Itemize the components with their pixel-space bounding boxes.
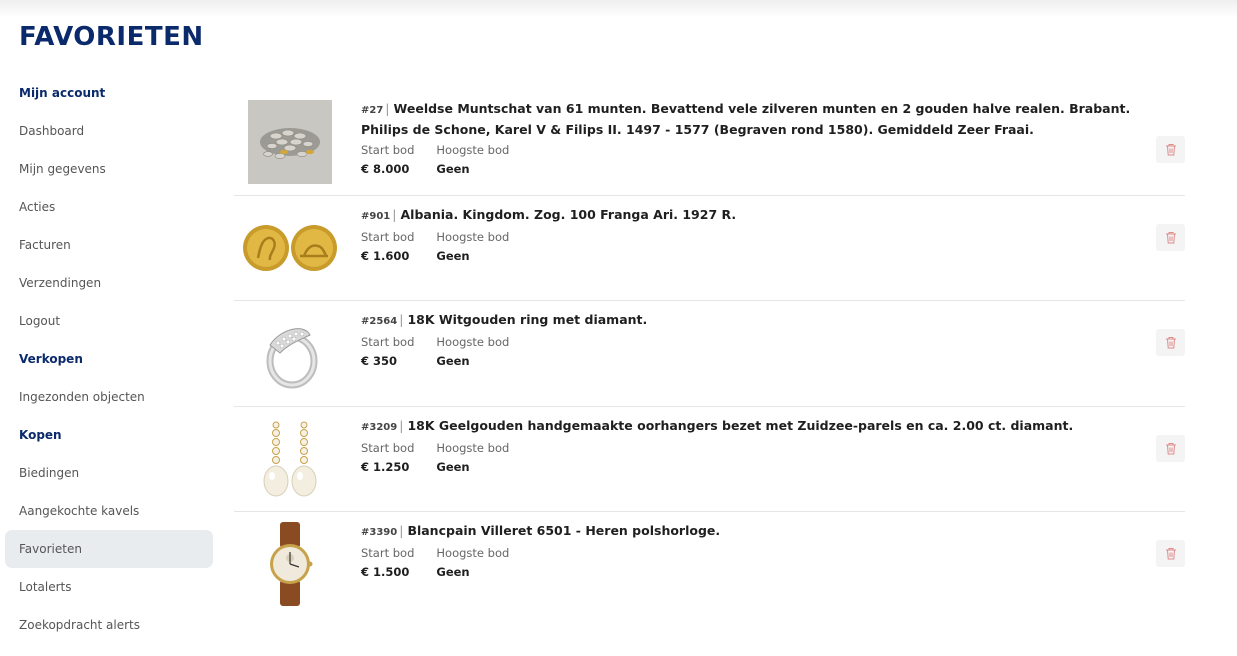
remove-favorite-button[interactable] [1156, 540, 1185, 567]
sidebar-item-favorieten[interactable]: Favorieten [5, 530, 213, 568]
sidebar-item-dashboard[interactable]: Dashboard [5, 112, 213, 150]
separator: | [399, 523, 404, 538]
start-bid-label: Start bod [361, 143, 415, 157]
highest-bid-label: Hoogste bod [436, 440, 510, 455]
sidebar-item-logout[interactable]: Logout [5, 302, 213, 340]
remove-favorite-button[interactable] [1156, 434, 1185, 462]
trash-icon [1165, 144, 1176, 156]
favorite-title-line[interactable]: #2564 | 18K Witgouden ring met diamant. [361, 310, 1181, 331]
start-bid-value: € 1.250 [361, 459, 410, 474]
lot-title[interactable]: Blancpain Villeret 6501 - Heren polshorl… [407, 523, 720, 538]
start-bid-label: Start bod [361, 546, 415, 560]
highest-bid-value: Geen [436, 162, 470, 176]
favorite-title-line[interactable]: #3390 | Blancpain Villeret 6501 - Heren po… [361, 521, 1181, 542]
bid-info: Start bod € 1.600 Hoogste bod Geen [361, 228, 1181, 266]
remove-favorite-button[interactable] [1156, 136, 1185, 163]
favorite-row: #3390 | Blancpain Villeret 6501 - Heren po… [234, 512, 1185, 618]
lot-title[interactable]: 18K Witgouden ring met diamant. [407, 312, 647, 327]
favorite-info: #2564 | 18K Witgouden ring met diamant. St… [361, 310, 1181, 371]
sidebar-item-lotalerts[interactable]: Lotalerts [5, 568, 213, 606]
highest-bid-value: Geen [436, 459, 470, 474]
coin-hoard-image[interactable] [242, 100, 338, 184]
lot-number: #3209 [361, 421, 398, 433]
top-shadow [0, 0, 1237, 18]
favorite-row: #2564 | 18K Witgouden ring met diamant. St… [234, 301, 1185, 407]
page-title: FAVORIETEN [19, 22, 204, 52]
bid-info: Start bod € 350 Hoogste bod Geen [361, 333, 1181, 371]
lot-title[interactable]: 18K Geelgouden handgemaakte oorhangers b… [407, 418, 1073, 433]
separator: | [399, 312, 404, 327]
bid-info: Start bod € 8.000 Hoogste bod Geen [361, 141, 1181, 179]
highest-bid-label: Hoogste bod [436, 143, 510, 157]
ring-image[interactable] [242, 311, 338, 395]
separator: | [385, 101, 390, 116]
remove-favorite-button[interactable] [1156, 223, 1185, 251]
sidebar-heading-mijn-account: Mijn account [19, 86, 106, 100]
favorite-info: #27 | Weeldse Muntschat van 61 munten. Bev… [361, 99, 1181, 179]
lot-number: #3390 [361, 527, 398, 538]
lot-number: #2564 [361, 316, 398, 327]
start-bid-label: Start bod [361, 440, 415, 455]
remove-favorite-button[interactable] [1156, 329, 1185, 356]
sidebar-item-zoekopdracht-alerts[interactable]: Zoekopdracht alerts [5, 606, 213, 644]
watch-image[interactable] [242, 522, 338, 606]
trash-icon [1165, 442, 1176, 454]
sidebar-item-aangekochte-kavels[interactable]: Aangekochte kavels [5, 492, 213, 530]
highest-bid-label: Hoogste bod [436, 229, 510, 244]
trash-icon [1165, 231, 1176, 243]
sidebar-heading-kopen: Kopen [19, 428, 62, 442]
favorite-info: #3390 | Blancpain Villeret 6501 - Heren po… [361, 521, 1181, 582]
sidebar-item-mijn-gegevens[interactable]: Mijn gegevens [5, 150, 213, 188]
bid-info: Start bod € 1.250 Hoogste bod Geen [361, 439, 1181, 477]
favorite-info: #3209 | 18K Geelgouden handgemaakte oorhan… [361, 416, 1181, 477]
sidebar-item-verzendingen[interactable]: Verzendingen [5, 264, 213, 302]
trash-icon [1165, 337, 1176, 349]
separator: | [399, 417, 404, 433]
highest-bid-label: Hoogste bod [436, 335, 510, 349]
favorite-info: #901 | Albania. Kingdom. Zog. 100 Franga A… [361, 205, 1181, 266]
highest-bid-value: Geen [436, 354, 470, 368]
lot-number: #901 [361, 210, 391, 222]
start-bid-value: € 1.500 [361, 565, 410, 579]
separator: | [392, 206, 397, 222]
sidebar: Mijn account Dashboard Mijn gegevens Act… [5, 74, 213, 644]
bid-info: Start bod € 1.500 Hoogste bod Geen [361, 544, 1181, 582]
start-bid-label: Start bod [361, 229, 415, 244]
favorite-title-line[interactable]: #3209 | 18K Geelgouden handgemaakte oorhan… [361, 416, 1181, 437]
favorite-row: #901 | Albania. Kingdom. Zog. 100 Franga A… [234, 196, 1185, 301]
sidebar-heading-verkopen: Verkopen [19, 352, 83, 366]
sidebar-item-acties[interactable]: Acties [5, 188, 213, 226]
gold-coin-image[interactable] [242, 206, 338, 290]
lot-number: #27 [361, 105, 384, 116]
favorite-row: #27 | Weeldse Muntschat van 61 munten. Bev… [234, 90, 1185, 196]
highest-bid-value: Geen [436, 248, 470, 263]
sidebar-item-facturen[interactable]: Facturen [5, 226, 213, 264]
trash-icon [1165, 548, 1176, 560]
sidebar-item-ingezonden-objecten[interactable]: Ingezonden objecten [5, 378, 213, 416]
favorite-title-line[interactable]: #27 | Weeldse Muntschat van 61 munten. Bev… [361, 99, 1181, 139]
sidebar-item-biedingen[interactable]: Biedingen [5, 454, 213, 492]
highest-bid-label: Hoogste bod [436, 546, 510, 560]
favorite-row: #3209 | 18K Geelgouden handgemaakte oorhan… [234, 407, 1185, 512]
highest-bid-value: Geen [436, 565, 470, 579]
start-bid-value: € 8.000 [361, 162, 410, 176]
favorite-title-line[interactable]: #901 | Albania. Kingdom. Zog. 100 Franga A… [361, 205, 1181, 226]
favorites-list: #27 | Weeldse Muntschat van 61 munten. Bev… [234, 90, 1185, 618]
start-bid-label: Start bod [361, 335, 415, 349]
start-bid-value: € 1.600 [361, 248, 410, 263]
lot-title[interactable]: Albania. Kingdom. Zog. 100 Franga Ari. 1… [400, 207, 736, 222]
lot-title[interactable]: Weeldse Muntschat van 61 munten. Bevatte… [361, 101, 1130, 137]
start-bid-value: € 350 [361, 354, 398, 368]
earrings-image[interactable] [242, 417, 338, 501]
